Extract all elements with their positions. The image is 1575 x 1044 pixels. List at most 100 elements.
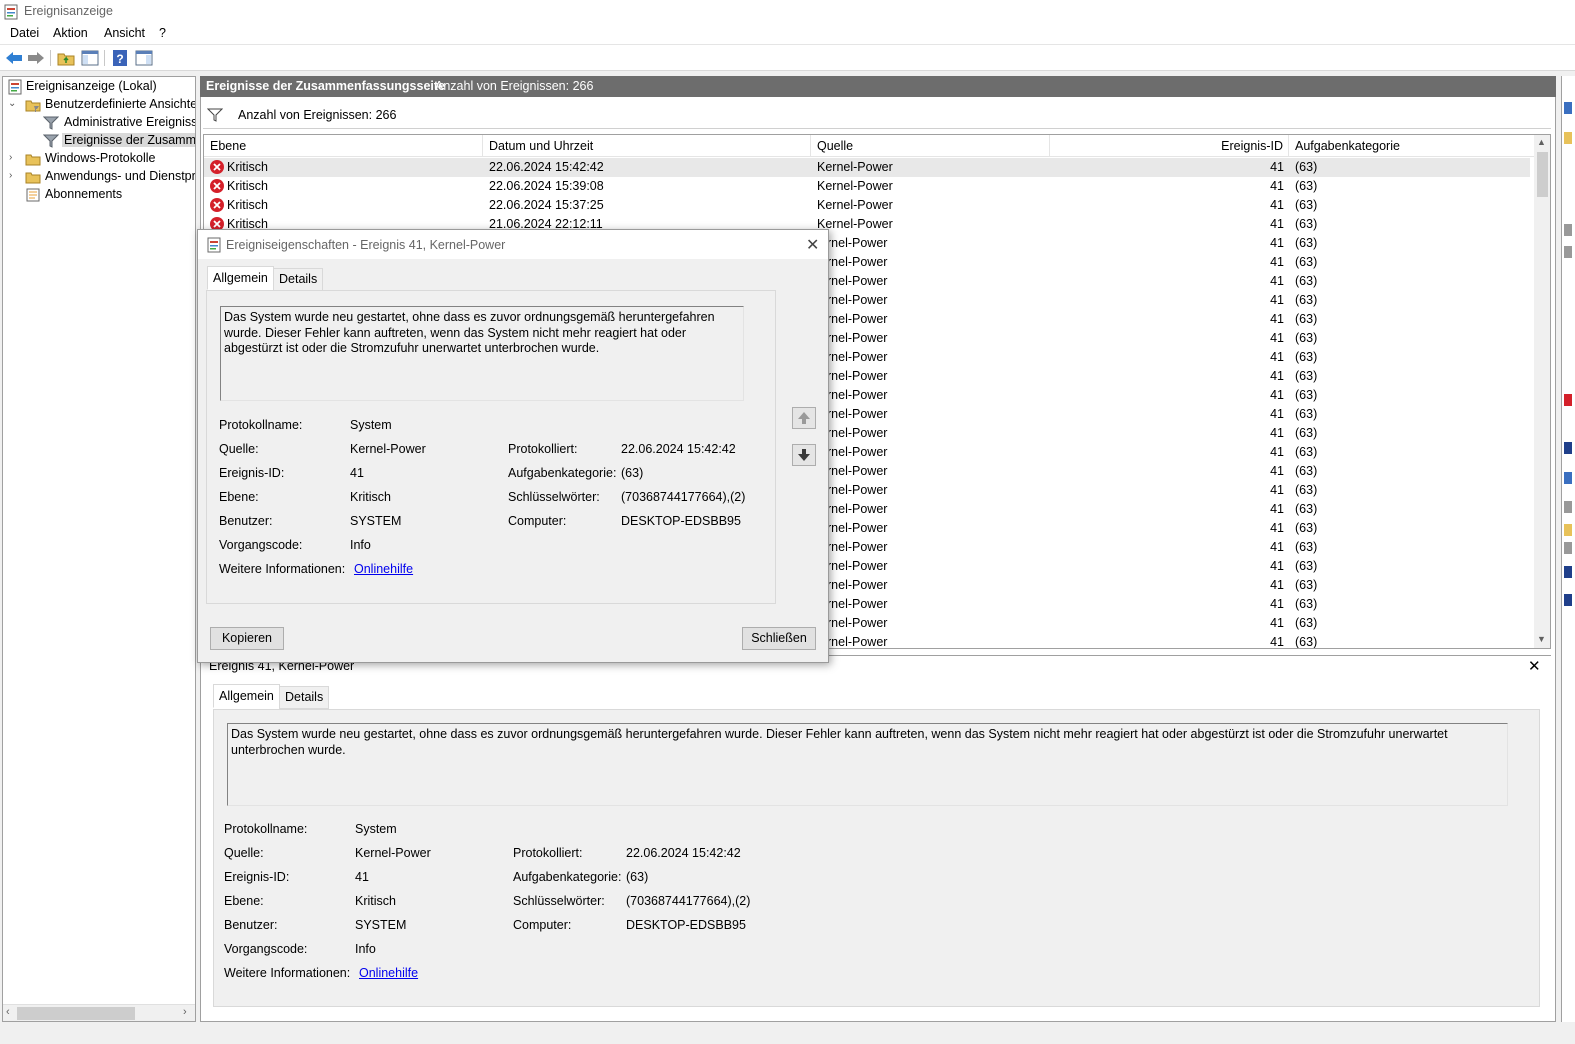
menu-help[interactable]: ?	[159, 26, 166, 40]
window-titlebar: Ereignisanzeige	[0, 0, 1575, 24]
action-icon[interactable]	[1564, 472, 1572, 484]
next-event-button[interactable]	[792, 444, 816, 466]
level-label: Ebene:	[224, 894, 264, 908]
tree-item-app-logs[interactable]: › Anwendungs- und Dienstprotokolle	[3, 168, 195, 186]
action-icon[interactable]	[1564, 102, 1572, 114]
tree-item-windows-logs[interactable]: › Windows-Protokolle	[3, 150, 195, 168]
log-name-value: System	[350, 418, 392, 432]
cell-task-category: (63)	[1295, 540, 1318, 554]
dialog-titlebar[interactable]: Ereigniseigenschaften - Ereignis 41, Ker…	[198, 230, 828, 259]
cell-event-id: 41	[1270, 236, 1284, 250]
action-icon[interactable]	[1564, 594, 1572, 606]
cell-task-category: (63)	[1295, 369, 1318, 383]
action-icon[interactable]	[1564, 132, 1572, 144]
action-icon[interactable]	[1564, 542, 1572, 554]
chevron-down-icon[interactable]: ⌄	[8, 98, 18, 110]
scroll-down-icon[interactable]: ▼	[1537, 634, 1546, 644]
folder-icon	[25, 100, 41, 112]
cell-task-category: (63)	[1295, 635, 1318, 649]
opcode-label: Vorgangscode:	[224, 942, 308, 956]
tree-item-root[interactable]: Ereignisanzeige (Lokal)	[3, 78, 195, 96]
tree-item-subscriptions[interactable]: Abonnements	[3, 186, 195, 204]
cell-source: rnel-Power	[827, 426, 888, 440]
tree-item-custom-views[interactable]: ⌄ Benutzerdefinierte Ansichten	[3, 96, 195, 114]
action-icon[interactable]	[1564, 501, 1572, 513]
scroll-right-icon[interactable]: ›	[183, 1006, 187, 1018]
action-icon[interactable]	[1564, 524, 1572, 536]
filter-icon[interactable]	[207, 108, 223, 122]
event-id-value: 41	[350, 466, 364, 480]
column-header-source[interactable]: Quelle	[811, 135, 1050, 157]
cell-task-category: (63)	[1295, 312, 1318, 326]
forward-arrow-icon[interactable]	[26, 49, 46, 67]
cell-task-category: (63)	[1295, 217, 1318, 231]
cell-task-category: (63)	[1295, 578, 1318, 592]
action-icon[interactable]	[1564, 246, 1572, 258]
event-id-label: Ereignis-ID:	[224, 870, 290, 884]
table-row[interactable]: Kritisch 22.06.2024 15:42:42 Kernel-Power 4…	[204, 158, 1530, 177]
table-row[interactable]: Kritisch 22.06.2024 15:39:08 Kernel-Power 4…	[204, 177, 1530, 196]
action-icon[interactable]	[1564, 394, 1572, 406]
tree-item-summary-events[interactable]: Ereignisse der Zusammenfassungsseite	[3, 132, 195, 150]
chevron-right-icon[interactable]: ›	[9, 152, 19, 164]
source-label: Quelle:	[219, 442, 259, 456]
action-icon[interactable]	[1564, 224, 1572, 236]
table-row[interactable]: Kritisch 22.06.2024 15:37:25 Kernel-Power 4…	[204, 196, 1530, 215]
column-header-task-category[interactable]: Aufgabenkategorie	[1289, 135, 1534, 157]
tree-label: Anwendungs- und Dienstprotokolle	[45, 169, 196, 183]
cell-event-id: 41	[1270, 331, 1284, 345]
cell-date: 22.06.2024 15:39:08	[489, 179, 604, 193]
cell-event-id: 41	[1270, 635, 1284, 649]
cell-source: rnel-Power	[827, 369, 888, 383]
help-icon[interactable]: ?	[110, 49, 130, 67]
chevron-right-icon[interactable]: ›	[9, 170, 19, 182]
tab-general[interactable]: Allgemein	[213, 684, 280, 708]
column-header-event-id[interactable]: Ereignis-ID	[1050, 135, 1289, 157]
filter-bar: Anzahl von Ereignissen: 266	[203, 103, 1551, 129]
cell-task-category: (63)	[1295, 483, 1318, 497]
cell-event-id: 41	[1270, 293, 1284, 307]
scrollbar-thumb[interactable]	[17, 1007, 135, 1020]
close-icon[interactable]: ✕	[806, 235, 819, 255]
cell-source: rnel-Power	[827, 312, 888, 326]
scrollbar-thumb[interactable]	[1537, 152, 1548, 197]
dialog-general-panel: Das System wurde neu gestartet, ohne das…	[206, 290, 776, 604]
back-arrow-icon[interactable]	[4, 49, 24, 67]
tree-label: Ereignisse der Zusammenfassungsseite	[62, 133, 195, 147]
tab-details[interactable]: Details	[279, 686, 330, 709]
menu-action[interactable]: Aktion	[53, 26, 88, 40]
show-action-pane-icon[interactable]	[134, 49, 154, 67]
menu-view[interactable]: Ansicht	[104, 26, 145, 40]
previous-event-button[interactable]	[792, 407, 816, 429]
cell-source: rnel-Power	[827, 597, 888, 611]
menu-file[interactable]: Datei	[10, 26, 39, 40]
close-icon[interactable]: ✕	[1528, 657, 1541, 675]
tab-general[interactable]: Allgemein	[207, 266, 274, 290]
tree-horizontal-scrollbar[interactable]: ‹ ›	[3, 1004, 195, 1021]
cell-event-id: 41	[1270, 578, 1284, 592]
action-icon[interactable]	[1564, 566, 1572, 578]
level-label: Ebene:	[219, 490, 259, 504]
computer-value: DESKTOP-EDSBB95	[626, 918, 746, 932]
online-help-link[interactable]: Onlinehilfe	[359, 966, 418, 980]
tree-item-admin-events[interactable]: Administrative Ereignisse	[3, 114, 195, 132]
action-icon[interactable]	[1564, 442, 1572, 454]
online-help-link[interactable]: Onlinehilfe	[354, 562, 413, 576]
column-header-level[interactable]: Ebene	[204, 135, 483, 157]
cell-event-id: 41	[1270, 426, 1284, 440]
scroll-up-icon[interactable]: ▲	[1537, 137, 1546, 147]
column-header-date[interactable]: Datum und Uhrzeit	[483, 135, 811, 157]
close-button[interactable]: Schließen	[742, 627, 816, 650]
copy-button[interactable]: Kopieren	[210, 627, 284, 650]
cell-task-category: (63)	[1295, 426, 1318, 440]
cell-event-id: 41	[1270, 160, 1284, 174]
show-hide-tree-icon[interactable]	[80, 49, 100, 67]
table-vertical-scrollbar[interactable]: ▲ ▼	[1534, 135, 1550, 648]
scroll-left-icon[interactable]: ‹	[6, 1006, 10, 1018]
cell-event-id: 41	[1270, 407, 1284, 421]
cell-event-id: 41	[1270, 388, 1284, 402]
folder-up-icon[interactable]	[56, 49, 76, 67]
tab-details[interactable]: Details	[273, 268, 324, 291]
cell-source: rnel-Power	[827, 464, 888, 478]
computer-label: Computer:	[513, 918, 572, 932]
